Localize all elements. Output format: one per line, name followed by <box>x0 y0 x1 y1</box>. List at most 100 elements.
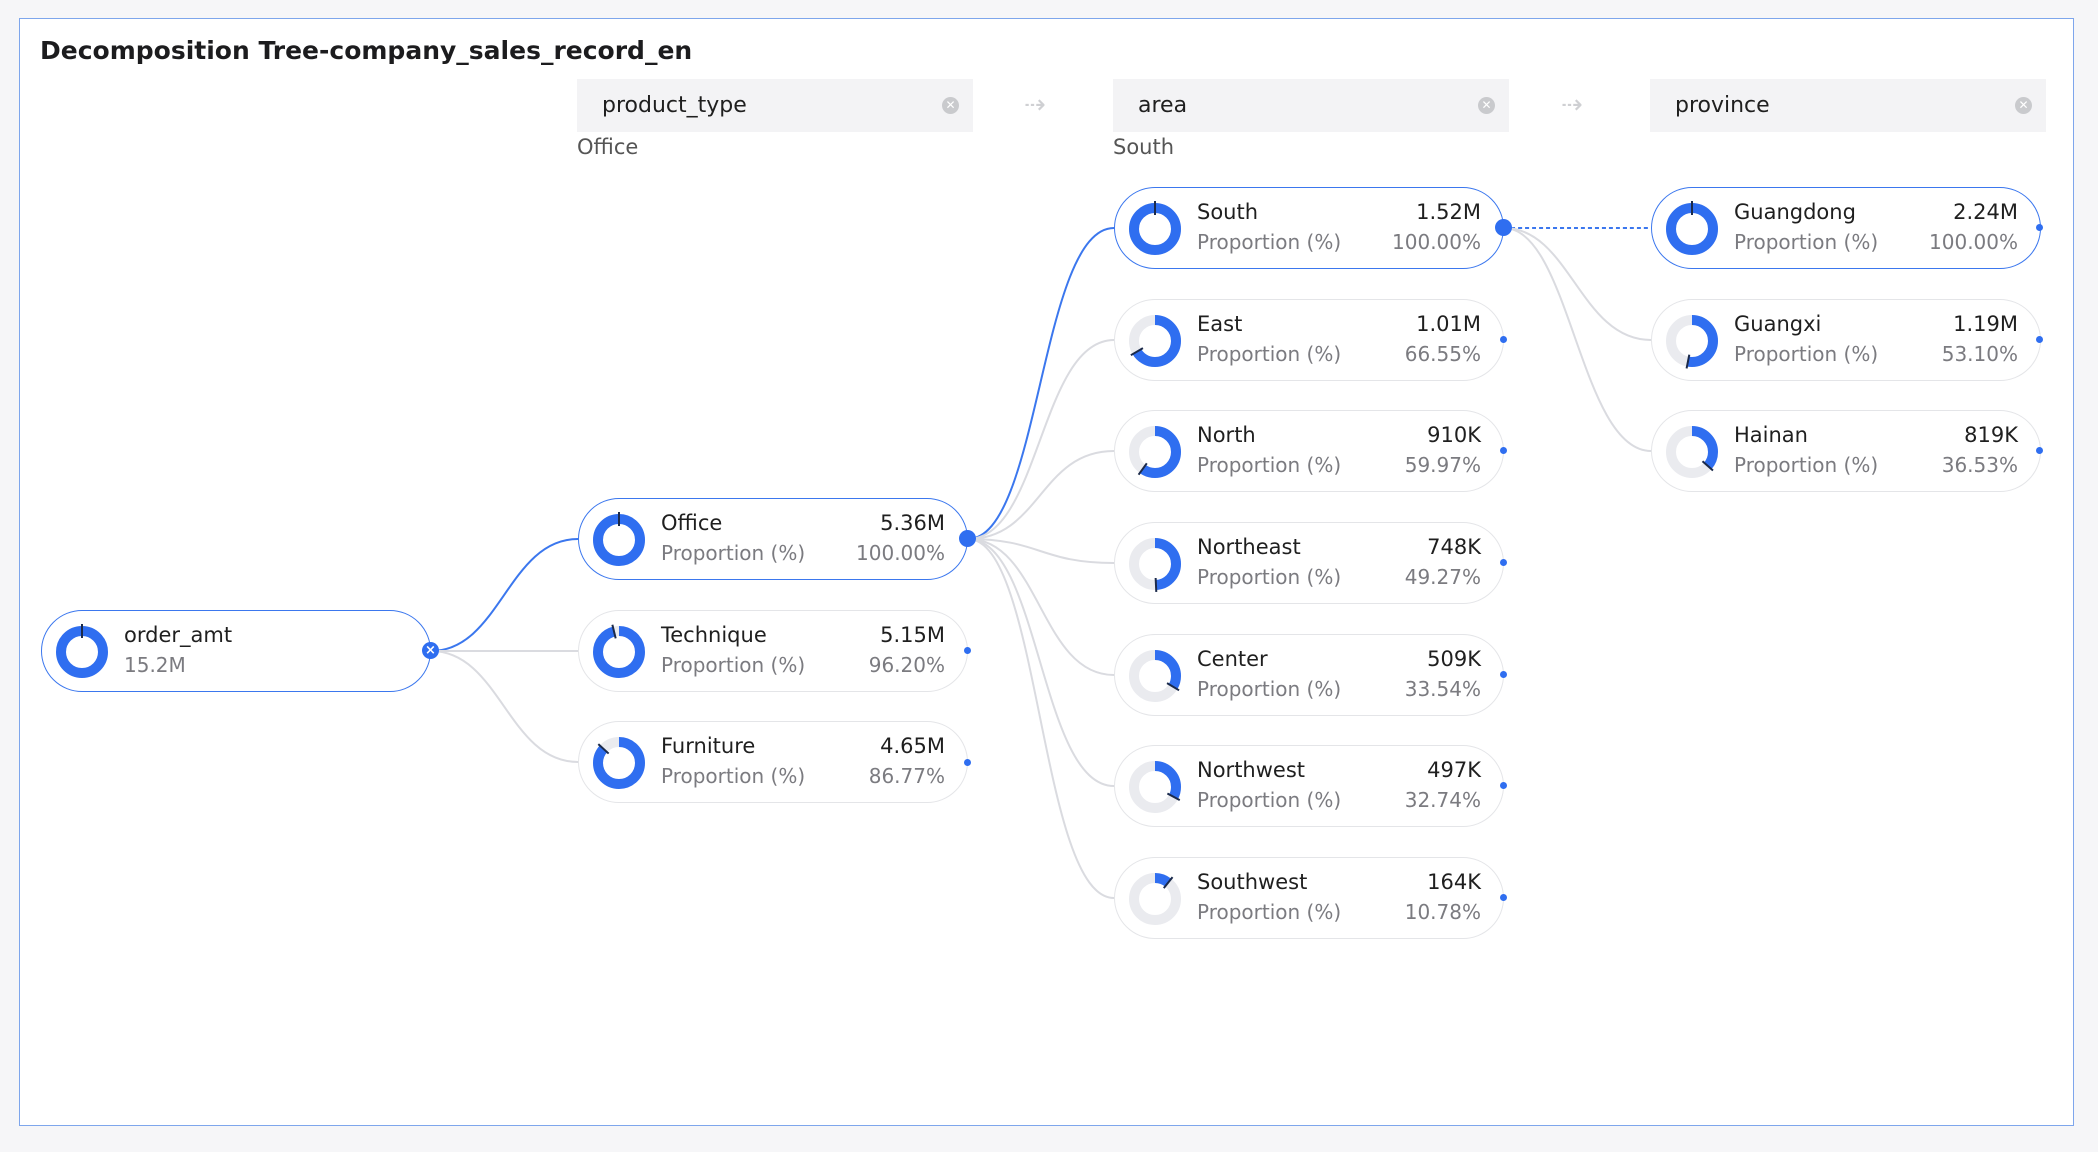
node-area-east[interactable]: East 1.01M Proportion (%) 66.55% <box>1114 299 1504 381</box>
donut-chart <box>1129 538 1181 593</box>
node-percent: 66.55% <box>1404 342 1481 366</box>
node-area-center[interactable]: Center 509K Proportion (%) 33.54% <box>1114 634 1504 716</box>
node-area-southwest[interactable]: Southwest 164K Proportion (%) 10.78% <box>1114 857 1504 939</box>
donut-chart <box>1129 873 1181 925</box>
node-area-north[interactable]: North 910K Proportion (%) 59.97% <box>1114 410 1504 492</box>
root-node[interactable]: order_amt 15.2M <box>41 610 431 692</box>
link-active <box>967 227 1115 540</box>
node-label: Northwest <box>1197 758 1306 782</box>
node-percent: 53.10% <box>1941 342 2018 366</box>
node-percent: 86.77% <box>868 764 945 788</box>
node-sub-label: Proportion (%) <box>1197 342 1342 366</box>
node-label: Furniture <box>661 734 756 758</box>
donut-arc <box>593 626 645 678</box>
expand-dot[interactable] <box>1500 894 1507 901</box>
node-value: 910K <box>1427 423 1481 447</box>
node-label: Guangdong <box>1734 200 1856 224</box>
node-product-type-office[interactable]: Office 5.36M Proportion (%) 100.00% <box>578 498 968 580</box>
node-sub-label: Proportion (%) <box>1197 453 1342 477</box>
donut-chart <box>1666 315 1718 369</box>
link <box>967 538 1115 787</box>
node-value: 5.36M <box>880 511 945 535</box>
expand-dot[interactable] <box>964 647 971 654</box>
expand-dot[interactable] <box>959 530 976 547</box>
donut-chart <box>1129 426 1181 478</box>
node-value: 497K <box>1427 758 1481 782</box>
node-sub-label: Proportion (%) <box>1734 230 1879 254</box>
node-value: 15.2M <box>124 653 186 677</box>
node-label: East <box>1197 312 1243 336</box>
expand-dot[interactable] <box>1500 671 1507 678</box>
expand-dot[interactable] <box>2036 224 2043 231</box>
node-sub-label: Proportion (%) <box>1197 900 1342 924</box>
node-label: North <box>1197 423 1256 447</box>
expand-dot[interactable] <box>2036 336 2043 343</box>
node-sub-label: Proportion (%) <box>1197 788 1342 812</box>
node-value: 509K <box>1427 647 1481 671</box>
donut-chart <box>593 737 645 789</box>
node-product-type-technique[interactable]: Technique 5.15M Proportion (%) 96.20% <box>578 610 968 692</box>
node-area-northwest[interactable]: Northwest 497K Proportion (%) 32.74% <box>1114 745 1504 827</box>
node-sub-label: Proportion (%) <box>1734 342 1879 366</box>
donut-chart <box>593 624 645 678</box>
expand-dot[interactable] <box>1500 336 1507 343</box>
node-label: Office <box>661 511 723 535</box>
node-percent: 32.74% <box>1404 788 1481 812</box>
tree-links <box>430 226 1652 899</box>
donut-chart <box>1129 650 1181 702</box>
node-sub-label: Proportion (%) <box>661 541 806 565</box>
node-sub-label: Proportion (%) <box>1734 453 1879 477</box>
donut-chart <box>593 512 645 566</box>
node-area-south[interactable]: South 1.52M Proportion (%) 100.00% <box>1114 187 1504 269</box>
link-active <box>430 538 579 652</box>
node-value: 1.52M <box>1416 200 1481 224</box>
link <box>967 538 1115 676</box>
expand-dot[interactable] <box>1495 219 1512 236</box>
link <box>430 650 579 763</box>
node-percent: 33.54% <box>1404 677 1481 701</box>
node-value: 5.15M <box>880 623 945 647</box>
node-label: Technique <box>661 623 767 647</box>
node-percent: 100.00% <box>1929 230 2018 254</box>
node-value: 4.65M <box>880 734 945 758</box>
node-percent: 36.53% <box>1941 453 2018 477</box>
node-label: Hainan <box>1734 423 1808 447</box>
donut-chart <box>1129 315 1181 367</box>
node-province-guangxi[interactable]: Guangxi 1.19M Proportion (%) 53.10% <box>1651 299 2041 381</box>
node-value: 164K <box>1427 870 1481 894</box>
node-province-guangdong[interactable]: Guangdong 2.24M Proportion (%) 100.00% <box>1651 187 2041 269</box>
donut-chart <box>1666 201 1718 255</box>
node-sub-label: Proportion (%) <box>661 653 806 677</box>
node-value: 1.01M <box>1416 312 1481 336</box>
donut-chart <box>1129 201 1181 255</box>
link <box>1503 227 1652 452</box>
link <box>1503 227 1652 341</box>
node-percent: 96.20% <box>868 653 945 677</box>
node-percent: 100.00% <box>1392 230 1481 254</box>
node-product-type-furniture[interactable]: Furniture 4.65M Proportion (%) 86.77% <box>578 721 968 803</box>
expand-dot[interactable] <box>1500 559 1507 566</box>
node-area-northeast[interactable]: Northeast 748K Proportion (%) 49.27% <box>1114 522 1504 604</box>
node-label: Center <box>1197 647 1268 671</box>
node-percent: 10.78% <box>1404 900 1481 924</box>
expand-dot[interactable] <box>1500 447 1507 454</box>
link <box>967 538 1115 899</box>
node-sub-label: Proportion (%) <box>1197 677 1342 701</box>
node-label: Guangxi <box>1734 312 1822 336</box>
collapse-icon[interactable]: × <box>422 642 439 659</box>
link <box>967 339 1115 540</box>
node-sub-label: Proportion (%) <box>661 764 806 788</box>
node-value: 748K <box>1427 535 1481 559</box>
link <box>967 450 1115 540</box>
node-label: Northeast <box>1197 535 1301 559</box>
donut-track <box>1129 873 1181 925</box>
node-percent: 100.00% <box>856 541 945 565</box>
node-province-hainan[interactable]: Hainan 819K Proportion (%) 36.53% <box>1651 410 2041 492</box>
donut-chart <box>1666 426 1718 478</box>
expand-dot[interactable] <box>1500 782 1507 789</box>
donut-marker <box>1154 577 1158 593</box>
node-label: South <box>1197 200 1259 224</box>
expand-dot[interactable] <box>2036 447 2043 454</box>
expand-dot[interactable] <box>964 759 971 766</box>
node-percent: 49.27% <box>1404 565 1481 589</box>
